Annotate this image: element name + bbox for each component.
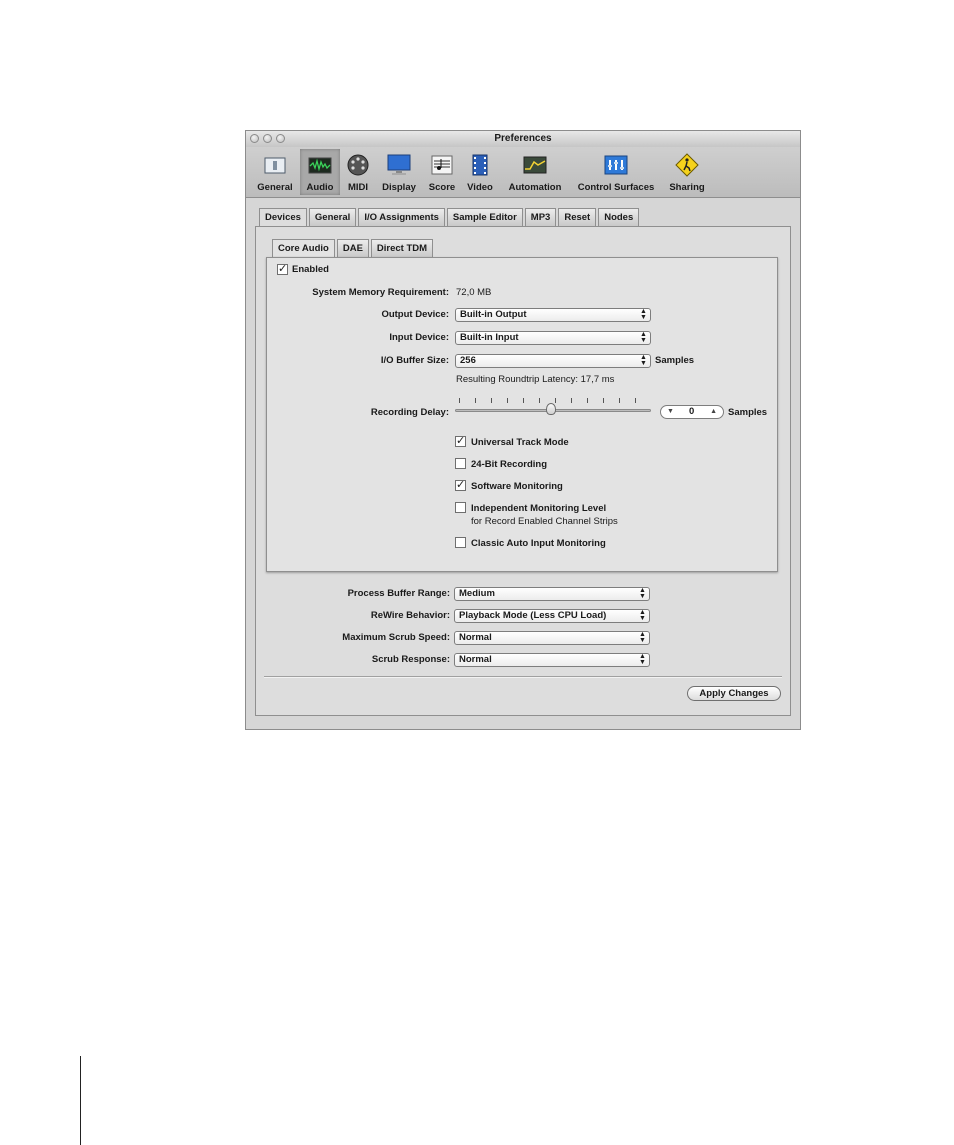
toolbar-item-display[interactable]: Display bbox=[376, 149, 422, 195]
tab-mp3[interactable]: MP3 bbox=[524, 208, 557, 226]
independent-monitoring-checkbox[interactable] bbox=[455, 502, 466, 513]
max-scrub-speed-popup[interactable]: Normal ▲ ▼ bbox=[454, 631, 650, 645]
universal-track-mode-checkbox[interactable]: ✓ bbox=[455, 436, 466, 447]
rewire-behavior-popup[interactable]: Playback Mode (Less CPU Load) ▲ ▼ bbox=[454, 609, 650, 623]
toolbar-item-midi[interactable]: MIDI bbox=[343, 149, 373, 195]
decrement-arrow-icon[interactable]: ▼ bbox=[667, 406, 674, 418]
tab-io-assignments[interactable]: I/O Assignments bbox=[358, 208, 445, 226]
popup-arrows-icon: ▲ ▼ bbox=[639, 631, 646, 644]
slider-tick bbox=[555, 398, 556, 403]
bit24-recording-checkbox[interactable] bbox=[455, 458, 466, 469]
slider-tick bbox=[491, 398, 492, 403]
classic-auto-input-checkbox[interactable] bbox=[455, 537, 466, 548]
classic-auto-input-label: Classic Auto Input Monitoring bbox=[471, 538, 606, 549]
display-icon bbox=[387, 154, 411, 175]
popup-arrows-icon: ▲ ▼ bbox=[639, 587, 646, 600]
popup-arrows-icon: ▲ ▼ bbox=[640, 354, 647, 367]
general-icon bbox=[264, 157, 286, 174]
slider-tick bbox=[523, 398, 524, 403]
bottom-separator bbox=[264, 676, 782, 678]
midi-icon bbox=[347, 154, 369, 176]
tab-core-audio[interactable]: Core Audio bbox=[272, 239, 335, 258]
toolbar-item-sharing[interactable]: Sharing bbox=[664, 149, 710, 195]
slider-tick bbox=[475, 398, 476, 403]
preferences-window: Preferences General Audio MIDI Display S… bbox=[245, 130, 801, 730]
input-device-popup[interactable]: Built-in Input ▲ ▼ bbox=[455, 331, 651, 345]
software-monitoring-label: Software Monitoring bbox=[471, 481, 563, 492]
preferences-toolbar: General Audio MIDI Display Score Video A… bbox=[246, 147, 800, 198]
slider-tick bbox=[507, 398, 508, 403]
toolbar-item-control-surfaces[interactable]: Control Surfaces bbox=[572, 149, 660, 195]
slider-tick bbox=[587, 398, 588, 403]
title-bar[interactable]: Preferences bbox=[246, 131, 800, 148]
universal-track-mode-label: Universal Track Mode bbox=[471, 437, 569, 448]
core-audio-panel: ✓ Enabled System Memory Requirement: 72,… bbox=[266, 257, 778, 572]
tab-general[interactable]: General bbox=[308, 208, 357, 226]
toolbar-item-score[interactable]: Score bbox=[425, 149, 459, 195]
apply-changes-button[interactable]: Apply Changes bbox=[687, 686, 781, 701]
output-device-popup[interactable]: Built-in Output ▲ ▼ bbox=[455, 308, 651, 322]
sub-tab-row: Core Audio DAE Direct TDM bbox=[272, 239, 435, 258]
delay-unit-label: Samples bbox=[728, 407, 768, 418]
recording-delay-stepper[interactable]: ▼ 0 ▲ bbox=[660, 405, 724, 419]
control-surfaces-icon bbox=[604, 155, 628, 175]
slider-tick bbox=[459, 398, 460, 403]
bit24-recording-label: 24-Bit Recording bbox=[471, 459, 548, 470]
recording-delay-label: Recording Delay: bbox=[370, 407, 449, 418]
software-monitoring-checkbox[interactable]: ✓ bbox=[455, 480, 466, 491]
popup-arrows-icon: ▲ ▼ bbox=[639, 609, 646, 622]
output-device-label: Output Device: bbox=[381, 309, 449, 320]
scrub-response-popup[interactable]: Normal ▲ ▼ bbox=[454, 653, 650, 667]
toolbar-item-audio[interactable]: Audio bbox=[300, 149, 340, 195]
scrub-response-label: Scrub Response: bbox=[371, 654, 450, 665]
toolbar-item-video[interactable]: Video bbox=[462, 149, 498, 195]
increment-arrow-icon[interactable]: ▲ bbox=[710, 406, 717, 418]
tab-nodes[interactable]: Nodes bbox=[598, 208, 640, 226]
max-scrub-speed-label: Maximum Scrub Speed: bbox=[342, 632, 450, 643]
rewire-behavior-label: ReWire Behavior: bbox=[370, 610, 450, 621]
independent-monitoring-label: Independent Monitoring Level bbox=[471, 503, 607, 514]
slider-thumb[interactable] bbox=[546, 403, 556, 415]
tab-sample-editor[interactable]: Sample Editor bbox=[446, 208, 523, 226]
tab-dae[interactable]: DAE bbox=[336, 239, 369, 257]
window-title: Preferences bbox=[494, 133, 552, 144]
toolbar-item-automation[interactable]: Automation bbox=[502, 149, 568, 195]
memory-value: 72,0 MB bbox=[456, 287, 492, 298]
audio-icon bbox=[308, 157, 332, 174]
latency-text: Resulting Roundtrip Latency: 17,7 ms bbox=[456, 374, 615, 385]
input-device-label: Input Device: bbox=[389, 332, 449, 343]
independent-monitoring-sublabel: for Record Enabled Channel Strips bbox=[471, 516, 618, 527]
slider-tick bbox=[619, 398, 620, 403]
slider-tick bbox=[635, 398, 636, 403]
enabled-label: Enabled bbox=[292, 264, 329, 275]
buffer-size-label: I/O Buffer Size: bbox=[380, 355, 449, 366]
tab-direct-tdm[interactable]: Direct TDM bbox=[370, 239, 434, 257]
buffer-size-popup[interactable]: 256 ▲ ▼ bbox=[455, 354, 651, 368]
main-tab-row: Devices General I/O Assignments Sample E… bbox=[259, 208, 641, 227]
score-icon bbox=[431, 155, 453, 175]
video-icon bbox=[472, 154, 488, 176]
slider-tick bbox=[603, 398, 604, 403]
process-buffer-popup[interactable]: Medium ▲ ▼ bbox=[454, 587, 650, 601]
popup-arrows-icon: ▲ ▼ bbox=[640, 331, 647, 344]
slider-tick bbox=[571, 398, 572, 403]
automation-icon bbox=[523, 156, 547, 174]
buffer-unit-label: Samples bbox=[655, 355, 695, 366]
process-buffer-label: Process Buffer Range: bbox=[347, 588, 450, 599]
popup-arrows-icon: ▲ ▼ bbox=[639, 653, 646, 666]
tab-devices[interactable]: Devices bbox=[259, 208, 307, 227]
memory-label: System Memory Requirement: bbox=[312, 287, 449, 298]
toolbar-item-general[interactable]: General bbox=[254, 149, 296, 195]
sharing-icon bbox=[675, 153, 699, 177]
devices-panel: Core Audio DAE Direct TDM ✓ Enabled Syst… bbox=[255, 226, 791, 716]
tab-reset[interactable]: Reset bbox=[558, 208, 597, 226]
slider-tick bbox=[539, 398, 540, 403]
page-margin-rule bbox=[80, 1056, 81, 1145]
enabled-checkbox[interactable]: ✓ bbox=[277, 264, 288, 275]
popup-arrows-icon: ▲ ▼ bbox=[640, 308, 647, 321]
